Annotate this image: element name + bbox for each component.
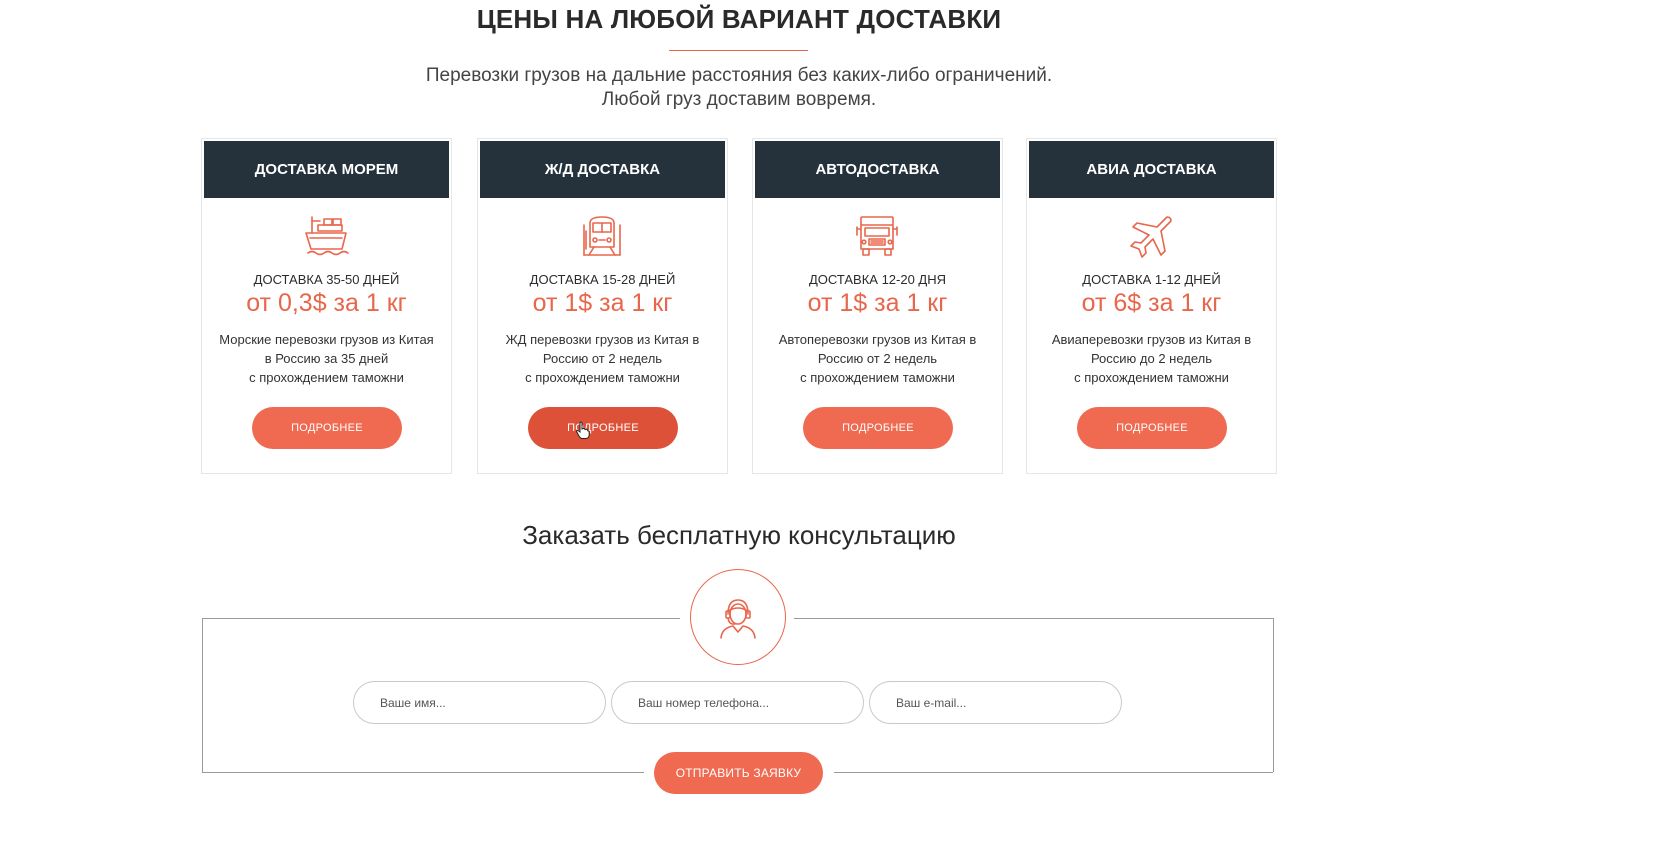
card-sea-delivery: ДОСТАВКА МОРЕМ ДОСТАВКА 35-50 ДНЕЙ от 0,… [201, 138, 452, 474]
card-air-delivery: АВИА ДОСТАВКА ДОСТАВКА 1-12 ДНЕЙ от 6$ з… [1026, 138, 1277, 474]
description-line: Автоперевозки грузов из Китая в [778, 332, 977, 347]
ship-icon [302, 213, 350, 261]
consultation-title: Заказать бесплатную консультацию [522, 520, 956, 550]
description-line: Россию от 2 недель [542, 351, 663, 366]
description-line: Авиаперевозки грузов из Китая в [1051, 332, 1252, 347]
description-line: с прохождением таможни [1074, 370, 1229, 385]
description-line: с прохождением таможни [800, 370, 955, 385]
details-button-rail[interactable]: ПОДРОБНЕЕ [528, 407, 678, 449]
card-rail-delivery: Ж/Д ДОСТАВКА ДОСТАВКА 15-28 ДНЕЙ от 1$ з… [477, 138, 728, 474]
card-delivery-time: ДОСТАВКА 12-20 ДНЯ [808, 272, 947, 287]
card-delivery-time: ДОСТАВКА 35-50 ДНЕЙ [253, 272, 400, 287]
card-price: от 6$ за 1 кг [1081, 289, 1222, 317]
frame-border [202, 618, 680, 619]
card-price: от 1$ за 1 кг [532, 289, 673, 317]
truck-icon [853, 213, 901, 261]
description-line: Морские перевозки грузов из Китая [219, 332, 434, 347]
card-title: АВИА ДОСТАВКА [1029, 141, 1274, 198]
submit-request-button[interactable]: ОТПРАВИТЬ ЗАЯВКУ [654, 752, 823, 794]
card-description: Морские перевозки грузов из Китая в Росс… [210, 330, 443, 387]
card-delivery-time: ДОСТАВКА 1-12 ДНЕЙ [1082, 272, 1221, 287]
email-input[interactable] [869, 681, 1122, 724]
card-title: АВТОДОСТАВКА [755, 141, 1000, 198]
subtitle-line: Перевозки грузов на дальние расстояния б… [425, 65, 1053, 86]
description-line: в Россию за 35 дней [264, 351, 389, 366]
support-operator-icon [690, 569, 786, 665]
card-description: Авиаперевозки грузов из Китая в Россию д… [1035, 330, 1268, 387]
frame-border [202, 772, 644, 773]
train-icon [578, 213, 626, 261]
delivery-cards: ДОСТАВКА МОРЕМ ДОСТАВКА 35-50 ДНЕЙ от 0,… [201, 138, 1277, 474]
section-title: ЦЕНЫ НА ЛЮБОЙ ВАРИАНТ ДОСТАВКИ [476, 4, 1002, 34]
card-price: от 0,3$ за 1 кг [246, 289, 407, 317]
card-price: от 1$ за 1 кг [807, 289, 948, 317]
card-delivery-time: ДОСТАВКА 15-28 ДНЕЙ [529, 272, 676, 287]
frame-border [834, 772, 1273, 773]
phone-input[interactable] [611, 681, 864, 724]
subtitle-line: Любой груз доставим вовремя. [601, 89, 877, 110]
details-button-air[interactable]: ПОДРОБНЕЕ [1077, 407, 1227, 449]
card-description: ЖД перевозки грузов из Китая в Россию от… [486, 330, 719, 387]
card-title: Ж/Д ДОСТАВКА [480, 141, 725, 198]
card-description: Автоперевозки грузов из Китая в Россию о… [761, 330, 994, 387]
description-line: Россию до 2 недель [1090, 351, 1213, 366]
description-line: с прохождением таможни [249, 370, 404, 385]
airplane-icon [1127, 213, 1175, 261]
name-input[interactable] [353, 681, 606, 724]
card-title: ДОСТАВКА МОРЕМ [204, 141, 449, 198]
frame-border [794, 618, 1273, 619]
card-auto-delivery: АВТОДОСТАВКА ДОСТАВКА 12-20 ДНЯ от 1$ за… [752, 138, 1003, 474]
details-button-sea[interactable]: ПОДРОБНЕЕ [252, 407, 402, 449]
section-subtitle: Перевозки грузов на дальние расстояния б… [0, 64, 1478, 112]
description-line: с прохождением таможни [525, 370, 680, 385]
description-line: ЖД перевозки грузов из Китая в [505, 332, 700, 347]
description-line: Россию от 2 недель [817, 351, 938, 366]
title-divider [669, 50, 808, 51]
details-button-auto[interactable]: ПОДРОБНЕЕ [803, 407, 953, 449]
